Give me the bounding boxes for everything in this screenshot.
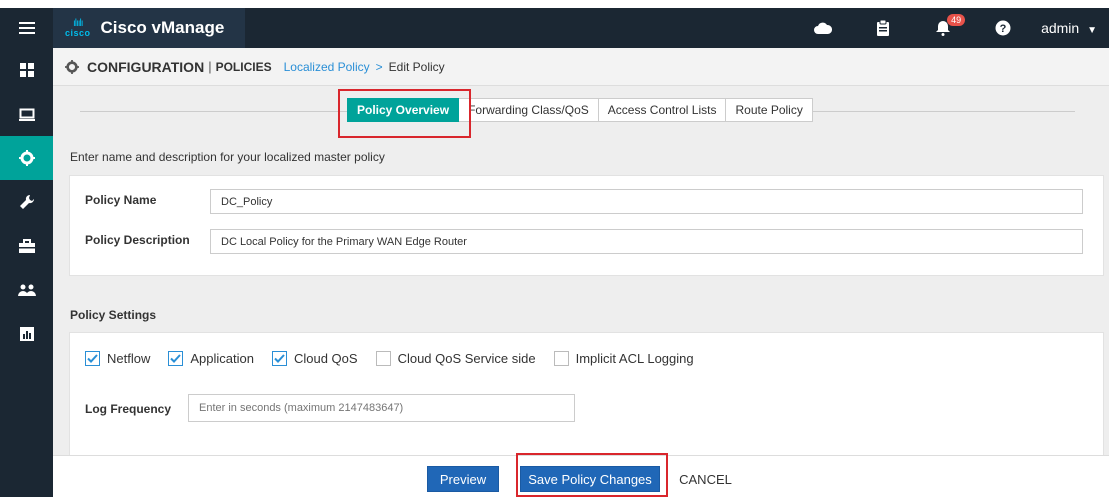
checkbox-checked-icon xyxy=(85,351,100,366)
dashboard-icon xyxy=(19,63,34,77)
breadcrumb-link-localized-policy[interactable]: Localized Policy xyxy=(284,60,370,74)
sidebar-item-dashboard[interactable] xyxy=(0,48,53,92)
checkbox-unchecked-icon xyxy=(375,351,391,366)
checkbox-cloud-qos[interactable]: Cloud QoS xyxy=(271,351,358,366)
settings-checkboxes: Netflow Application Cloud QoS Cloud QoS … xyxy=(85,351,712,366)
logo-bars: ılıılı xyxy=(72,17,84,29)
sidebar-item-administration[interactable] xyxy=(0,268,53,312)
highlight-box-policy-overview xyxy=(338,89,471,138)
bell-icon[interactable]: 49 xyxy=(913,8,973,48)
sidebar xyxy=(0,48,53,497)
cloud-icon[interactable] xyxy=(793,8,853,48)
tab-access-control-lists[interactable]: Access Control Lists xyxy=(598,98,727,122)
svg-text:?: ? xyxy=(1000,23,1007,35)
checkbox-label: Cloud QoS Service side xyxy=(397,351,536,366)
checkbox-label: Implicit ACL Logging xyxy=(575,351,694,366)
log-frequency-input[interactable] xyxy=(188,394,575,422)
caret-down-icon: ▼ xyxy=(1087,25,1097,36)
log-frequency-label: Log Frequency xyxy=(85,402,172,416)
notification-badge: 49 xyxy=(947,14,966,26)
cisco-logo: ılıılı cisco xyxy=(65,17,91,38)
checkbox-checked-icon xyxy=(271,351,287,366)
checkbox-cloud-qos-service-side[interactable]: Cloud QoS Service side xyxy=(375,351,536,366)
highlight-box-save-button xyxy=(516,453,668,497)
overview-heading: Enter name and description for your loca… xyxy=(70,150,385,164)
monitor-icon xyxy=(18,108,35,121)
checkbox-unchecked-icon xyxy=(553,351,569,366)
breadcrumb: CONFIGURATION | POLICIES Localized Polic… xyxy=(53,48,1109,86)
user-name: admin xyxy=(1041,20,1080,36)
checkbox-netflow[interactable]: Netflow xyxy=(85,351,150,366)
main-content: Policy Overview Forwarding Class/QoS Acc… xyxy=(53,86,1109,462)
clipboard-icon[interactable] xyxy=(853,8,913,48)
top-bar: ılıılı cisco Cisco vManage 49 ? admin ▼ xyxy=(0,8,1109,48)
top-icons: 49 ? admin ▼ xyxy=(793,8,1109,48)
menu-icon[interactable] xyxy=(0,8,53,48)
checkbox-label: Netflow xyxy=(107,351,151,366)
checkbox-checked-icon xyxy=(168,351,184,366)
overview-card: Policy Name DC_Policy Policy Description… xyxy=(69,175,1104,276)
sidebar-item-analytics[interactable] xyxy=(0,312,53,356)
tab-forwarding-class-qos[interactable]: Forwarding Class/QoS xyxy=(459,98,599,122)
breadcrumb-arrow: > xyxy=(375,59,383,74)
user-menu[interactable]: admin ▼ xyxy=(1033,20,1109,36)
checkbox-label: Cloud QoS xyxy=(293,351,358,366)
logo-word: cisco xyxy=(65,27,91,38)
policy-description-input[interactable]: DC Local Policy for the Primary WAN Edge… xyxy=(210,229,1083,254)
policy-settings-heading: Policy Settings xyxy=(70,308,157,322)
users-icon xyxy=(17,284,36,296)
top-strip xyxy=(0,0,1109,8)
breadcrumb-title: CONFIGURATION xyxy=(87,58,205,75)
checkbox-label: Application xyxy=(190,351,254,366)
breadcrumb-current: Edit Policy xyxy=(388,59,445,74)
settings-card: Netflow Application Cloud QoS Cloud QoS … xyxy=(69,332,1104,462)
checkbox-implicit-acl-logging[interactable]: Implicit ACL Logging xyxy=(553,351,694,366)
policy-name-label: Policy Name xyxy=(85,193,157,207)
wrench-icon xyxy=(19,194,34,209)
breadcrumb-separator: | xyxy=(208,59,212,74)
checkbox-application[interactable]: Application xyxy=(168,351,254,366)
help-icon[interactable]: ? xyxy=(973,8,1033,48)
analytics-icon xyxy=(19,327,34,341)
policy-description-label: Policy Description xyxy=(85,233,190,247)
preview-button[interactable]: Preview xyxy=(427,466,499,492)
tab-route-policy[interactable]: Route Policy xyxy=(726,98,813,122)
cancel-button[interactable]: CANCEL xyxy=(673,466,738,492)
gear-icon xyxy=(18,150,35,166)
breadcrumb-section: POLICIES xyxy=(215,59,272,74)
sidebar-item-maintenance[interactable] xyxy=(0,224,53,268)
sidebar-item-tools[interactable] xyxy=(0,180,53,224)
toolbox-icon xyxy=(18,239,35,253)
sidebar-item-monitor[interactable] xyxy=(0,92,53,136)
sidebar-item-configuration[interactable] xyxy=(0,136,53,180)
gear-icon xyxy=(65,59,79,74)
app-title: Cisco vManage xyxy=(100,18,225,37)
brand[interactable]: ılıılı cisco Cisco vManage xyxy=(53,8,245,48)
policy-name-input[interactable]: DC_Policy xyxy=(210,189,1083,214)
